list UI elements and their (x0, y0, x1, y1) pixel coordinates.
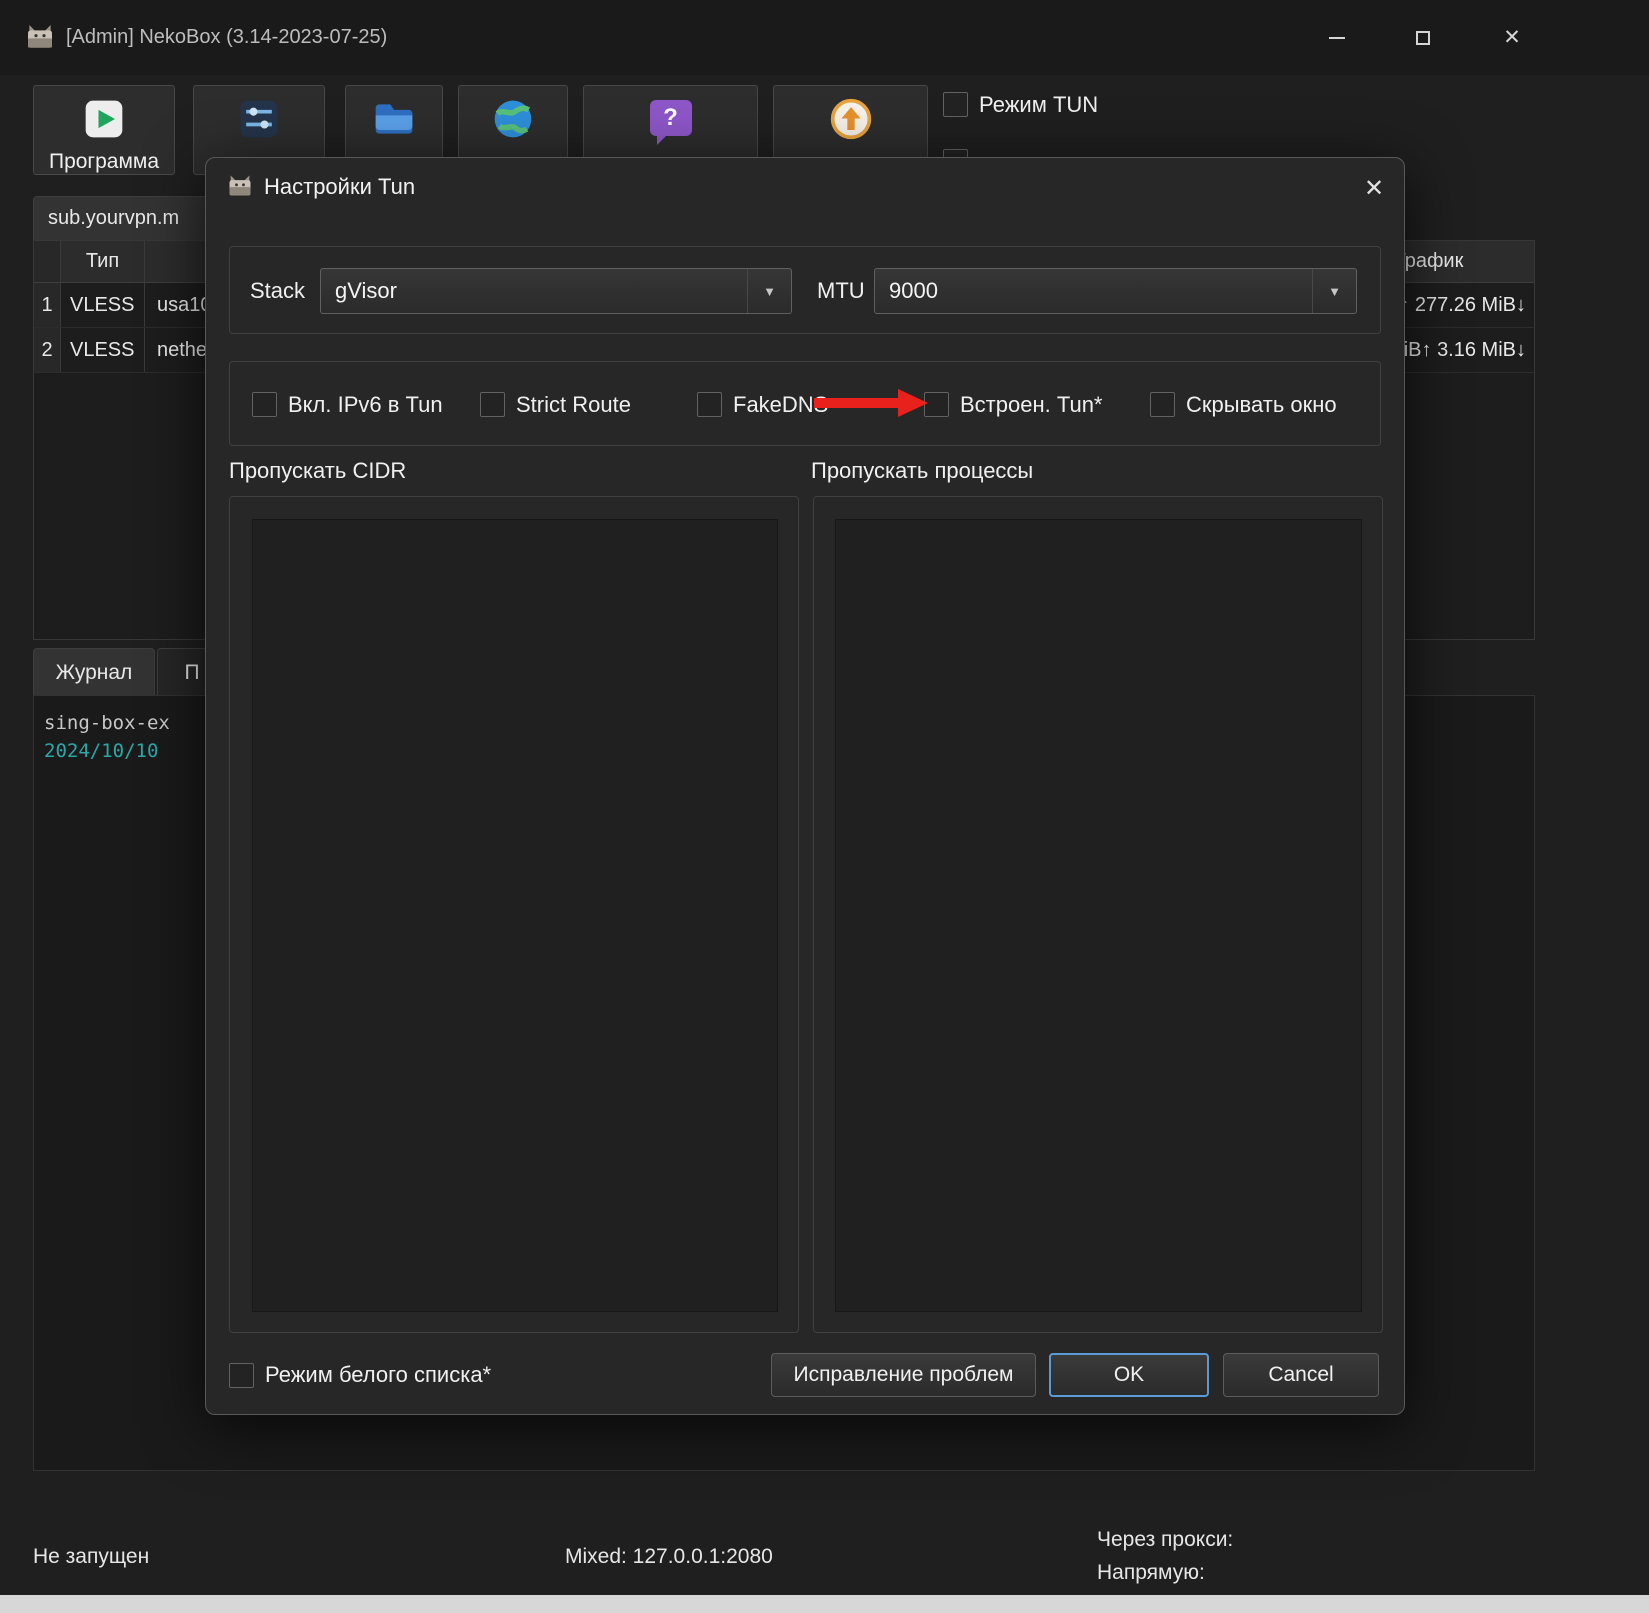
builtin-tun-checkbox[interactable]: Встроен. Tun* (924, 362, 1102, 447)
red-arrow-annotation (814, 387, 929, 424)
ok-button[interactable]: OK (1049, 1353, 1209, 1397)
row-num: 2 (34, 328, 61, 372)
process-list-label: Пропускать процессы (811, 458, 1033, 484)
options-group: Вкл. IPv6 в Tun Strict Route FakeDNS Вст… (229, 361, 1381, 446)
folder-icon (372, 97, 416, 141)
cancel-button[interactable]: Cancel (1223, 1353, 1379, 1397)
mixed-port-text: Mixed: 127.0.0.1:2080 (565, 1545, 773, 1569)
via-proxy-text: Через прокси: (1097, 1528, 1233, 1552)
taskbar-edge (0, 1595, 1649, 1613)
stack-select-value: gVisor (321, 269, 747, 313)
tun-mode-checkbox[interactable]: Режим TUN (943, 91, 1098, 118)
tun-settings-dialog: Настройки Tun ✕ Stack gVisor ▼ MTU 9000 … (205, 157, 1405, 1415)
sliders-icon (237, 97, 281, 141)
status-text: Не запущен (33, 1545, 149, 1569)
ipv6-checkbox-box (252, 392, 277, 417)
stack-select[interactable]: gVisor ▼ (320, 268, 792, 314)
app-icon (24, 21, 56, 53)
header-type: Тип (61, 241, 145, 282)
row-num: 1 (34, 283, 61, 327)
process-group (813, 496, 1383, 1333)
cidr-group (229, 496, 799, 1333)
dialog-close-button[interactable]: ✕ (1350, 166, 1398, 210)
chevron-down-icon: ▼ (1312, 269, 1356, 313)
tun-mode-checkbox-box (943, 92, 968, 117)
maximize-button[interactable] (1392, 0, 1454, 75)
stack-group: Stack gVisor ▼ MTU 9000 ▼ (229, 246, 1381, 334)
dialog-app-icon (226, 172, 254, 200)
minimize-icon (1329, 37, 1345, 39)
subscription-tab-label: sub.yourvpn.m (48, 207, 179, 230)
tab-log[interactable]: Журнал (33, 648, 155, 696)
chevron-down-icon: ▼ (747, 269, 791, 313)
window-title: [Admin] NekoBox (3.14-2023-07-25) (66, 0, 387, 75)
whitelist-mode-checkbox-box (229, 1363, 254, 1388)
cidr-list[interactable] (252, 519, 778, 1312)
maximize-icon (1416, 31, 1430, 45)
dialog-close-icon: ✕ (1364, 174, 1384, 203)
ipv6-checkbox[interactable]: Вкл. IPv6 в Tun (252, 362, 443, 447)
play-icon (82, 97, 126, 141)
fakedns-checkbox[interactable]: FakeDNS (697, 362, 828, 447)
question-icon: ? (650, 100, 692, 136)
update-icon (829, 97, 873, 141)
dialog-title: Настройки Tun (264, 174, 415, 200)
whitelist-mode-checkbox[interactable]: Режим белого списка* (229, 1353, 491, 1397)
ipv6-checkbox-label: Вкл. IPv6 в Tun (288, 392, 443, 418)
mtu-label: MTU (817, 247, 865, 335)
mtu-select[interactable]: 9000 ▼ (874, 268, 1357, 314)
tun-mode-label: Режим TUN (979, 92, 1098, 118)
process-list[interactable] (835, 519, 1362, 1312)
fix-problems-button[interactable]: Исправление проблем (771, 1353, 1036, 1397)
toolbar-program-label: Программа (49, 150, 159, 174)
globe-icon (491, 97, 535, 141)
whitelist-mode-checkbox-label: Режим белого списка* (265, 1362, 491, 1388)
direct-text: Напрямую: (1097, 1561, 1205, 1585)
header-num (34, 241, 61, 282)
close-icon: ✕ (1503, 27, 1521, 48)
cidr-list-label: Пропускать CIDR (229, 458, 406, 484)
tab-log-label: Журнал (56, 661, 133, 685)
close-button[interactable]: ✕ (1481, 0, 1543, 75)
hide-window-checkbox[interactable]: Скрывать окно (1150, 362, 1337, 447)
builtin-tun-checkbox-label: Встроен. Tun* (960, 392, 1102, 418)
hide-window-checkbox-label: Скрывать окно (1186, 392, 1337, 418)
toolbar-button-program[interactable]: Программа (33, 85, 175, 175)
strict-route-checkbox-box (480, 392, 505, 417)
tab-second-label: П (184, 661, 199, 685)
hide-window-checkbox-box (1150, 392, 1175, 417)
mtu-select-value: 9000 (875, 269, 1312, 313)
minimize-button[interactable] (1306, 0, 1368, 75)
fakedns-checkbox-box (697, 392, 722, 417)
titlebar: [Admin] NekoBox (3.14-2023-07-25) ✕ (0, 0, 1649, 75)
strict-route-checkbox[interactable]: Strict Route (480, 362, 631, 447)
row-type: VLESS (61, 328, 145, 372)
row-type: VLESS (61, 283, 145, 327)
stack-label: Stack (250, 247, 305, 335)
strict-route-checkbox-label: Strict Route (516, 392, 631, 418)
